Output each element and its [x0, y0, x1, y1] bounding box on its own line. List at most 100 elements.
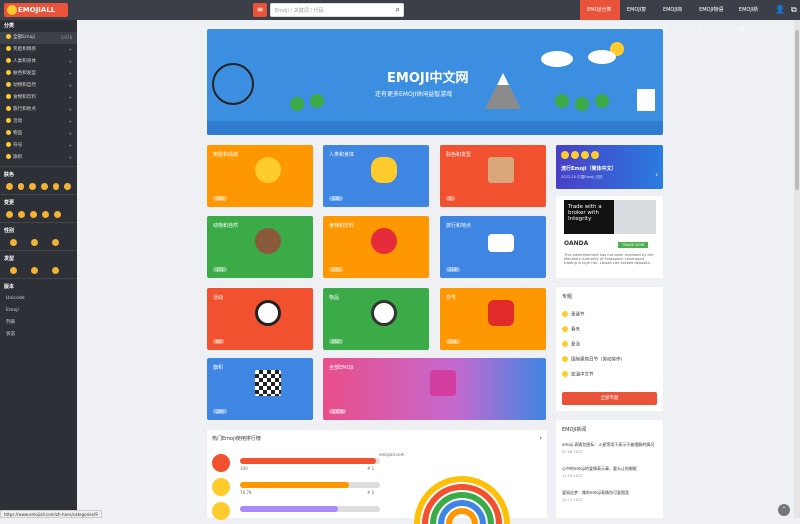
topic-item[interactable]: 圣诞节	[562, 311, 585, 318]
sidebar-item[interactable]: 食物和饮料 +	[0, 92, 77, 104]
category-card-all[interactable]: 全部EMOJI 3,978	[323, 358, 546, 420]
ad-cta-button[interactable]: TRADE NOW	[618, 242, 649, 248]
gender-icon[interactable]	[52, 239, 59, 246]
advertisement[interactable]: Trade with a broker with Integrity OANDA…	[556, 196, 663, 278]
search-icon[interactable]: ⌕	[396, 5, 400, 15]
ranking-panel: 热门Emoji使用排行榜 › 100 # 1 76.79 # 2 emojiall.…	[207, 430, 547, 524]
category-icon	[6, 154, 11, 159]
nav-emoji-category[interactable]: EMOJI分类 ▾	[580, 0, 620, 33]
watch-icon	[371, 300, 397, 326]
hair-row	[0, 265, 77, 276]
ad-disclaimer: This advertisement has not been reviewed…	[564, 253, 654, 265]
hair-icon[interactable]	[52, 267, 59, 274]
ranking-row[interactable]	[212, 502, 380, 520]
top-bar: EMOJIALL ≡ Emoji / 关键词 / 代码 ⌕ EMOJI分类 ▾ …	[0, 0, 800, 33]
divider	[0, 166, 77, 167]
trending-title: 流行Emoji（简体中文）	[561, 166, 617, 172]
sidebar-item[interactable]: 旅行和地点 +	[0, 104, 77, 116]
back-to-top-button[interactable]: ⌃	[778, 504, 790, 516]
heart-icon	[212, 454, 230, 472]
strawberry-icon	[371, 228, 397, 254]
news-item[interactable]: 心中的emoji的爱情表示事，要么让你眼眶 17.03.2022	[562, 466, 658, 478]
variant-icon[interactable]	[54, 211, 61, 218]
smiling-face-icon	[212, 502, 230, 520]
gender-icon[interactable]	[10, 239, 17, 246]
banner-ground	[207, 121, 663, 135]
nav-emoji-shop[interactable]: EMOJI商店	[656, 0, 692, 33]
category-card[interactable]: 人类和身体 338	[323, 145, 429, 207]
topic-item[interactable]: 复活	[562, 341, 580, 348]
category-icon	[6, 130, 11, 135]
skin-tone-icon[interactable]	[29, 183, 37, 190]
category-card[interactable]: 符号 224	[440, 288, 546, 350]
hero-banner[interactable]: EMOJI中文网 还有更多EMOJI休闲益智游戏	[207, 29, 663, 135]
sidebar-item[interactable]: 符号 +	[0, 140, 77, 152]
laughing-face-icon	[255, 157, 281, 183]
nav-emoji-copy[interactable]: EMOJI复制	[620, 0, 656, 33]
category-card[interactable]: 物品 262	[323, 288, 429, 350]
variant-icon[interactable]	[18, 211, 25, 218]
ranking-bar	[240, 458, 376, 464]
sidebar-item[interactable]: 动物和自然 +	[0, 80, 77, 92]
variant-icon[interactable]	[42, 211, 49, 218]
news-item[interactable]: 爱丽丝梦：像你emoji表情包可爱图案 15.11.2022	[562, 490, 658, 502]
nav-emoji-story[interactable]: EMOJI物语 ▾	[692, 0, 732, 33]
menu-button[interactable]: ≡	[253, 3, 267, 17]
scrollbar-thumb[interactable]	[795, 30, 799, 190]
category-icon	[6, 46, 11, 51]
category-card[interactable]: 旅行和地点 218	[440, 216, 546, 278]
variant-row	[0, 209, 77, 220]
search-box[interactable]: Emoji / 关键词 / 代码 ⌕	[270, 3, 404, 17]
language-icon[interactable]: ⧉	[784, 0, 800, 20]
topic-item[interactable]: 加油中文节	[562, 371, 594, 378]
sidebar-item[interactable]: 人类和身体 +	[0, 56, 77, 68]
sidebar-item[interactable]: 旗帜 +	[0, 152, 77, 164]
variant-icon[interactable]	[30, 211, 37, 218]
hair-icon[interactable]	[31, 267, 38, 274]
category-card[interactable]: 笑脸和情感 166	[207, 145, 313, 207]
sidebar-item[interactable]: 肤色和发型 +	[0, 68, 77, 80]
chevron-right-icon[interactable]: ›	[539, 434, 542, 442]
sidebar-section-skin: 肤色	[4, 172, 15, 178]
skin-tone-icon[interactable]	[17, 183, 25, 190]
sidebar-version-item[interactable]: Unicode	[0, 293, 77, 305]
variant-icon[interactable]	[6, 211, 13, 218]
news-item[interactable]: emoji 表情包图标：火星等用于表示不被理解的情况 07.08.2022	[562, 442, 658, 454]
topic-item[interactable]: 春天	[562, 326, 580, 333]
banner-title: EMOJI中文网	[387, 71, 469, 86]
sidebar-item[interactable]: 活动 +	[0, 116, 77, 128]
ranking-bar	[240, 482, 350, 488]
ranking-row[interactable]: 100 # 1	[212, 454, 380, 472]
scrollbar[interactable]	[794, 20, 800, 518]
category-card[interactable]: 活动 84	[207, 288, 313, 350]
sidebar-version-item[interactable]: Emoji	[0, 305, 77, 317]
category-card[interactable]: 肤色和发型 5	[440, 145, 546, 207]
search-input[interactable]: Emoji / 关键词 / 代码	[275, 7, 324, 14]
sidebar-version-item[interactable]: 状态	[0, 329, 77, 341]
chevron-right-icon[interactable]: ›	[655, 171, 658, 179]
skin-tone-row	[0, 181, 77, 192]
skin-tone-icon[interactable]	[6, 183, 13, 190]
hair-icon[interactable]	[10, 267, 17, 274]
skin-tone-icon[interactable]	[41, 183, 48, 190]
user-icon[interactable]: 👤	[768, 0, 785, 20]
category-icon	[6, 94, 11, 99]
all-topics-button[interactable]: 全部专题	[562, 392, 657, 405]
site-logo[interactable]: EMOJIALL	[4, 3, 68, 17]
nav-emoji-news[interactable]: EMOJI新闻	[732, 0, 768, 33]
category-card[interactable]: 动物和自然 151	[207, 216, 313, 278]
skin-tone-swatch-icon	[488, 157, 514, 183]
category-card[interactable]: 旗帜 269	[207, 358, 313, 420]
ranking-row[interactable]: 76.79 # 2	[212, 478, 380, 496]
trending-emoji-card[interactable]: 流行Emoji（简体中文） 2022-10 中国Emoji 日历 ›	[556, 145, 663, 189]
gender-icon[interactable]	[31, 239, 38, 246]
sidebar-item[interactable]: 物品 +	[0, 128, 77, 140]
sidebar-version-item[interactable]: 列表	[0, 317, 77, 329]
skin-tone-icon[interactable]	[52, 183, 60, 190]
sidebar-item[interactable]: 笑脸和情感 +	[0, 44, 77, 56]
category-card[interactable]: 食物和饮料 135	[323, 216, 429, 278]
topic-item[interactable]: 国际建筑日节（劳动劳作）	[562, 356, 625, 363]
sidebar-item[interactable]: 全部Emoji 3,978	[0, 32, 77, 44]
skin-tone-icon[interactable]	[64, 183, 72, 190]
ranking-bar	[240, 506, 338, 512]
